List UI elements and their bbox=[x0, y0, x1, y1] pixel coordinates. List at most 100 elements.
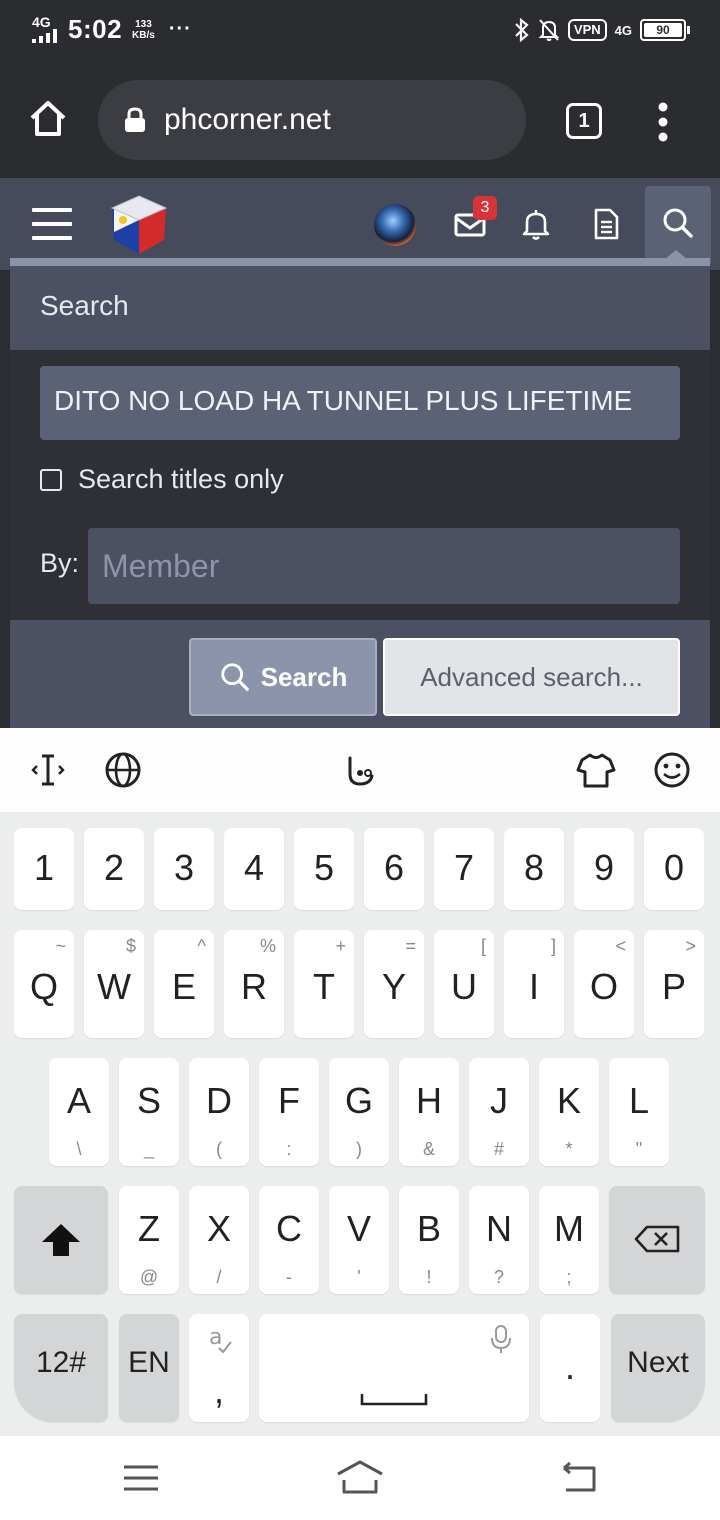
key-label: U bbox=[451, 966, 477, 1007]
key-i[interactable]: I] bbox=[504, 930, 564, 1038]
key-8[interactable]: 8 bbox=[504, 828, 564, 910]
key-u[interactable]: U[ bbox=[434, 930, 494, 1038]
key-0[interactable]: 0 bbox=[644, 828, 704, 910]
status-bar: 4G 5:02 133 KB/s ··· VPN 4G 90 bbox=[0, 0, 720, 66]
titles-only-option[interactable]: Search titles only bbox=[40, 464, 284, 495]
key-label: R bbox=[241, 966, 267, 1007]
theme-shirt-icon[interactable] bbox=[576, 750, 616, 790]
network-type: 4G bbox=[32, 13, 51, 30]
cursor-icon[interactable] bbox=[28, 750, 68, 790]
key-w[interactable]: W $ bbox=[84, 930, 144, 1038]
key-9[interactable]: 9 bbox=[574, 828, 634, 910]
address-bar[interactable]: phcorner.net bbox=[98, 80, 526, 160]
key-o[interactable]: O < bbox=[574, 930, 634, 1038]
key-a[interactable]: A \ bbox=[49, 1058, 109, 1166]
key-y[interactable]: Y = bbox=[364, 930, 424, 1038]
symbols-key[interactable]: 12# bbox=[14, 1314, 108, 1422]
key-g[interactable]: G) bbox=[329, 1058, 389, 1166]
next-key[interactable]: Next bbox=[611, 1314, 705, 1422]
key-label: Z bbox=[138, 1208, 160, 1249]
key-s[interactable]: S _ bbox=[119, 1058, 179, 1166]
search-button[interactable]: Search bbox=[189, 638, 377, 716]
key-label: 8 bbox=[523, 847, 545, 888]
key-label: N bbox=[486, 1208, 512, 1249]
titles-only-checkbox[interactable] bbox=[40, 468, 62, 491]
recents-icon[interactable] bbox=[122, 1462, 160, 1494]
member-input[interactable] bbox=[88, 528, 680, 604]
key-b[interactable]: B! bbox=[399, 1186, 459, 1294]
speed-value: 133 bbox=[135, 18, 152, 30]
key-h[interactable]: H & bbox=[399, 1058, 459, 1166]
comma-key[interactable]: ,a bbox=[189, 1314, 249, 1422]
key-t[interactable]: T + bbox=[294, 930, 354, 1038]
key-k[interactable]: K * bbox=[539, 1058, 599, 1166]
space-key[interactable] bbox=[259, 1314, 529, 1422]
key-d[interactable]: D( bbox=[189, 1058, 249, 1166]
key-1[interactable]: 1 bbox=[14, 828, 74, 910]
advanced-search-button[interactable]: Advanced search... bbox=[383, 638, 680, 716]
key-label: , bbox=[213, 1370, 224, 1411]
key-label: T bbox=[313, 966, 335, 1007]
emoji-icon[interactable] bbox=[652, 750, 692, 790]
key-label: 1 bbox=[33, 847, 55, 888]
key-5[interactable]: 5 bbox=[294, 828, 354, 910]
key-l[interactable]: L " bbox=[609, 1058, 669, 1166]
key-f[interactable]: F: bbox=[259, 1058, 319, 1166]
tab-switcher-button[interactable]: 1 bbox=[566, 103, 602, 139]
key-label: 5 bbox=[313, 847, 335, 888]
key-q[interactable]: Q ~ bbox=[14, 930, 74, 1038]
key-4[interactable]: 4 bbox=[224, 828, 284, 910]
search-icon bbox=[220, 663, 249, 691]
key-e[interactable]: E ^ bbox=[154, 930, 214, 1038]
key-6[interactable]: 6 bbox=[364, 828, 424, 910]
key-7[interactable]: 7 bbox=[434, 828, 494, 910]
battery-level: 90 bbox=[644, 23, 682, 37]
key-n[interactable]: N? bbox=[469, 1186, 529, 1294]
home-icon[interactable] bbox=[26, 96, 70, 140]
key-secondary-label: ] bbox=[550, 936, 556, 956]
key-p[interactable]: P > bbox=[644, 930, 704, 1038]
key-label: 3 bbox=[173, 847, 195, 888]
language-key[interactable]: EN bbox=[119, 1314, 179, 1422]
key-v[interactable]: V ' bbox=[329, 1186, 389, 1294]
key-secondary-label: ' bbox=[357, 1267, 361, 1287]
key-label: C bbox=[276, 1208, 302, 1249]
key-r[interactable]: R% bbox=[224, 930, 284, 1038]
user-avatar[interactable] bbox=[374, 204, 416, 246]
key-c[interactable]: C- bbox=[259, 1186, 319, 1294]
shift-key[interactable] bbox=[14, 1186, 108, 1294]
more-vert-icon[interactable] bbox=[656, 102, 670, 142]
key-2[interactable]: 2 bbox=[84, 828, 144, 910]
search-button-label: Search bbox=[260, 661, 348, 692]
key-m[interactable]: M; bbox=[539, 1186, 599, 1294]
system-nav-bar bbox=[0, 1436, 720, 1520]
globe-icon[interactable] bbox=[103, 750, 143, 790]
key-secondary-label: \ bbox=[76, 1139, 82, 1159]
nav-home-icon[interactable] bbox=[334, 1458, 386, 1496]
lock-icon bbox=[125, 107, 145, 132]
document-icon[interactable] bbox=[588, 206, 624, 242]
clock: 5:02 bbox=[68, 14, 123, 44]
site-logo[interactable] bbox=[106, 192, 172, 258]
key-j[interactable]: J # bbox=[469, 1058, 529, 1166]
key-label: 0 bbox=[663, 847, 685, 888]
key-3[interactable]: 3 bbox=[154, 828, 214, 910]
key-x[interactable]: X / bbox=[189, 1186, 249, 1294]
key-label: E bbox=[171, 966, 196, 1007]
bell-icon[interactable] bbox=[518, 206, 554, 242]
gesture-icon[interactable] bbox=[340, 750, 380, 790]
period-key[interactable]: . bbox=[540, 1314, 600, 1422]
backspace-key[interactable] bbox=[609, 1186, 705, 1294]
hamburger-menu-icon[interactable] bbox=[32, 208, 72, 240]
shift-icon bbox=[42, 1224, 80, 1256]
search-panel-title: Search bbox=[10, 266, 710, 350]
space-bar-icon bbox=[360, 1394, 428, 1406]
back-icon[interactable] bbox=[560, 1460, 600, 1496]
key-secondary-label: $ bbox=[125, 936, 136, 956]
key-z[interactable]: Z @ bbox=[119, 1186, 179, 1294]
search-actions: Search Advanced search... bbox=[10, 620, 710, 728]
key-label: H bbox=[416, 1080, 442, 1121]
key-secondary-label: ; bbox=[566, 1267, 572, 1287]
search-query-input[interactable]: DITO NO LOAD HA TUNNEL PLUS LIFETIME bbox=[40, 366, 680, 440]
key-label: J bbox=[490, 1080, 508, 1121]
